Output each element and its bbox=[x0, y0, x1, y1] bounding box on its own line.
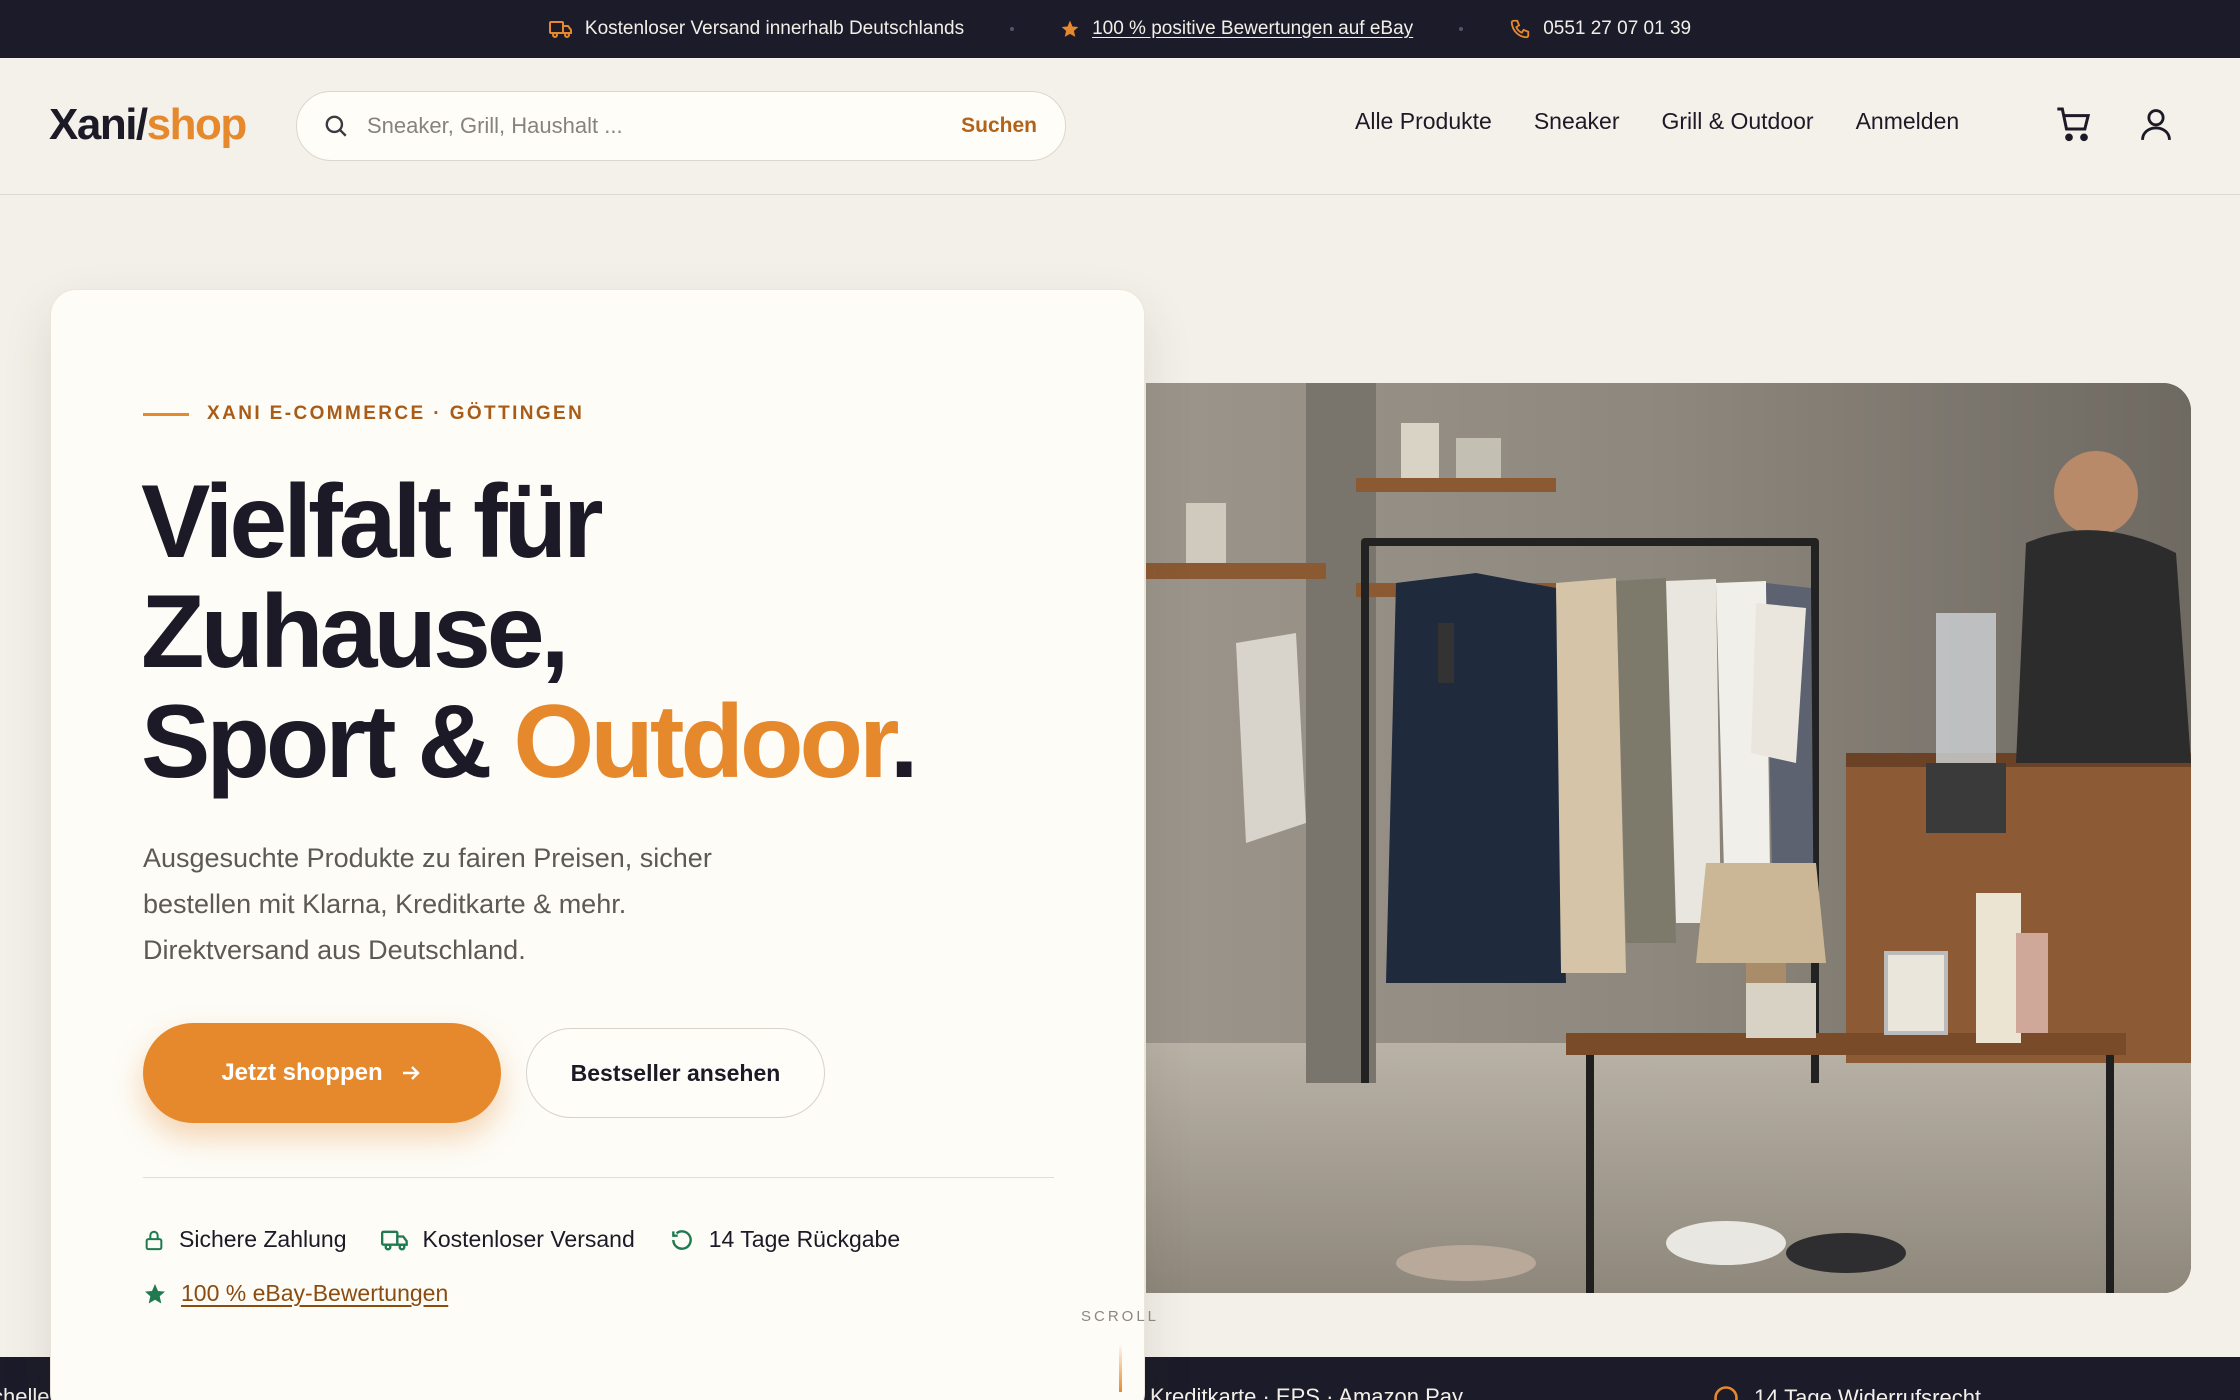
shipping-notice-text: Kostenloser Versand innerhalb Deutschlan… bbox=[584, 18, 965, 39]
trust-free-shipping: Kostenloser Versand bbox=[380, 1226, 635, 1253]
star-icon bbox=[145, 1283, 165, 1303]
trust-return: 14 Tage Rückgabe bbox=[669, 1226, 900, 1253]
truck-icon bbox=[548, 21, 572, 38]
trust-secure-payment: Sichere Zahlung bbox=[143, 1226, 347, 1253]
scroll-indicator-bar bbox=[1119, 1342, 1122, 1392]
hero-subtext: Ausgesuchte Produkte zu fairen Preisen, … bbox=[143, 843, 712, 965]
shop-now-button[interactable]: Jetzt shoppen bbox=[143, 1023, 501, 1123]
arrow-right-icon bbox=[402, 1066, 420, 1080]
hero-eyebrow: XANI E-COMMERCE · GÖTTINGEN bbox=[143, 403, 584, 425]
eyebrow-text: XANI E-COMMERCE · GÖTTINGEN bbox=[207, 403, 585, 424]
separator-dot bbox=[1459, 27, 1464, 31]
bottom-strip-payment-text: Kreditkarte · EPS · Amazon Pay bbox=[1150, 1384, 1464, 1400]
star-icon bbox=[1061, 20, 1079, 37]
separator-dot bbox=[1010, 27, 1015, 31]
shipping-notice: Kostenloser Versand innerhalb Deutschlan… bbox=[548, 18, 965, 40]
nav-item-sneaker[interactable]: Sneaker bbox=[1534, 108, 1620, 135]
trust-label: Kostenloser Versand bbox=[422, 1226, 635, 1252]
search-button[interactable]: Suchen bbox=[961, 114, 1037, 138]
site-logo[interactable]: Xani/shop bbox=[49, 100, 248, 150]
phone-number[interactable]: 0551 27 07 01 39 bbox=[1543, 18, 1691, 40]
hero-image bbox=[1146, 383, 2191, 1293]
main-nav: Alle Produkte Sneaker Grill & Outdoor An… bbox=[1355, 108, 1959, 135]
cart-icon[interactable] bbox=[2054, 104, 2094, 144]
search-bar: Suchen bbox=[296, 91, 1066, 161]
search-input[interactable] bbox=[367, 113, 962, 139]
store-interior-illustration bbox=[1146, 383, 2191, 1293]
trust-badges: Sichere Zahlung Kostenloser Versand 14 T… bbox=[143, 1226, 900, 1253]
hero-card: XANI E-COMMERCE · GÖTTINGEN Vielfalt für… bbox=[50, 289, 1156, 1400]
return-icon bbox=[671, 1229, 692, 1250]
eyebrow-line bbox=[143, 412, 189, 416]
nav-item-alle-produkte[interactable]: Alle Produkte bbox=[1355, 108, 1492, 135]
user-account-icon[interactable] bbox=[2137, 104, 2175, 144]
return-icon bbox=[1714, 1386, 1738, 1400]
ebay-reviews-link[interactable]: 100 % eBay-Bewertungen bbox=[181, 1280, 448, 1307]
bottom-strip-return-text: 14 Tage Widerrufsrecht bbox=[1754, 1385, 1982, 1400]
site-header: Xani/shop Suchen Alle Produkte Sneaker G… bbox=[0, 58, 2240, 195]
bottom-strip-return: 14 Tage Widerrufsrecht bbox=[1712, 1384, 1981, 1400]
search-icon bbox=[325, 115, 347, 137]
truck-icon bbox=[380, 1230, 408, 1250]
headline-line-2: Zuhause, bbox=[141, 574, 570, 690]
scroll-indicator-label: SCROLL bbox=[1081, 1308, 1160, 1325]
ebay-reviews-row: 100 % eBay-Bewertungen bbox=[143, 1280, 448, 1307]
phone-notice[interactable]: 0551 27 07 01 39 bbox=[1509, 18, 1691, 40]
lock-icon bbox=[145, 1230, 163, 1250]
nav-item-anmelden[interactable]: Anmelden bbox=[1856, 108, 1960, 135]
phone-icon bbox=[1511, 19, 1530, 39]
shop-now-label: Jetzt shoppen bbox=[221, 1059, 383, 1086]
hero-divider bbox=[143, 1177, 1054, 1178]
bestseller-button[interactable]: Bestseller ansehen bbox=[526, 1028, 825, 1118]
headline-line-3a: Sport & bbox=[141, 684, 514, 800]
trust-label: 14 Tage Rückgabe bbox=[708, 1226, 901, 1252]
reviews-link[interactable]: 100 % positive Bewertungen auf eBay bbox=[1092, 18, 1413, 40]
headline-line-1: Vielfalt für bbox=[141, 464, 604, 580]
bottom-strip-left-text: chelle bbox=[0, 1384, 50, 1400]
trust-label: Sichere Zahlung bbox=[179, 1226, 347, 1252]
hero-headline: Vielfalt für Zuhause, Sport & Outdoor. bbox=[141, 464, 919, 800]
nav-item-grill-outdoor[interactable]: Grill & Outdoor bbox=[1661, 108, 1813, 135]
headline-period: . bbox=[889, 684, 919, 800]
logo-text-shop: shop bbox=[146, 100, 248, 149]
headline-accent-word: Outdoor bbox=[513, 684, 893, 800]
logo-text-xani: Xani/ bbox=[49, 100, 148, 149]
top-announcement-bar: Kostenloser Versand innerhalb Deutschlan… bbox=[0, 0, 2240, 58]
reviews-notice[interactable]: 100 % positive Bewertungen auf eBay bbox=[1060, 18, 1413, 40]
